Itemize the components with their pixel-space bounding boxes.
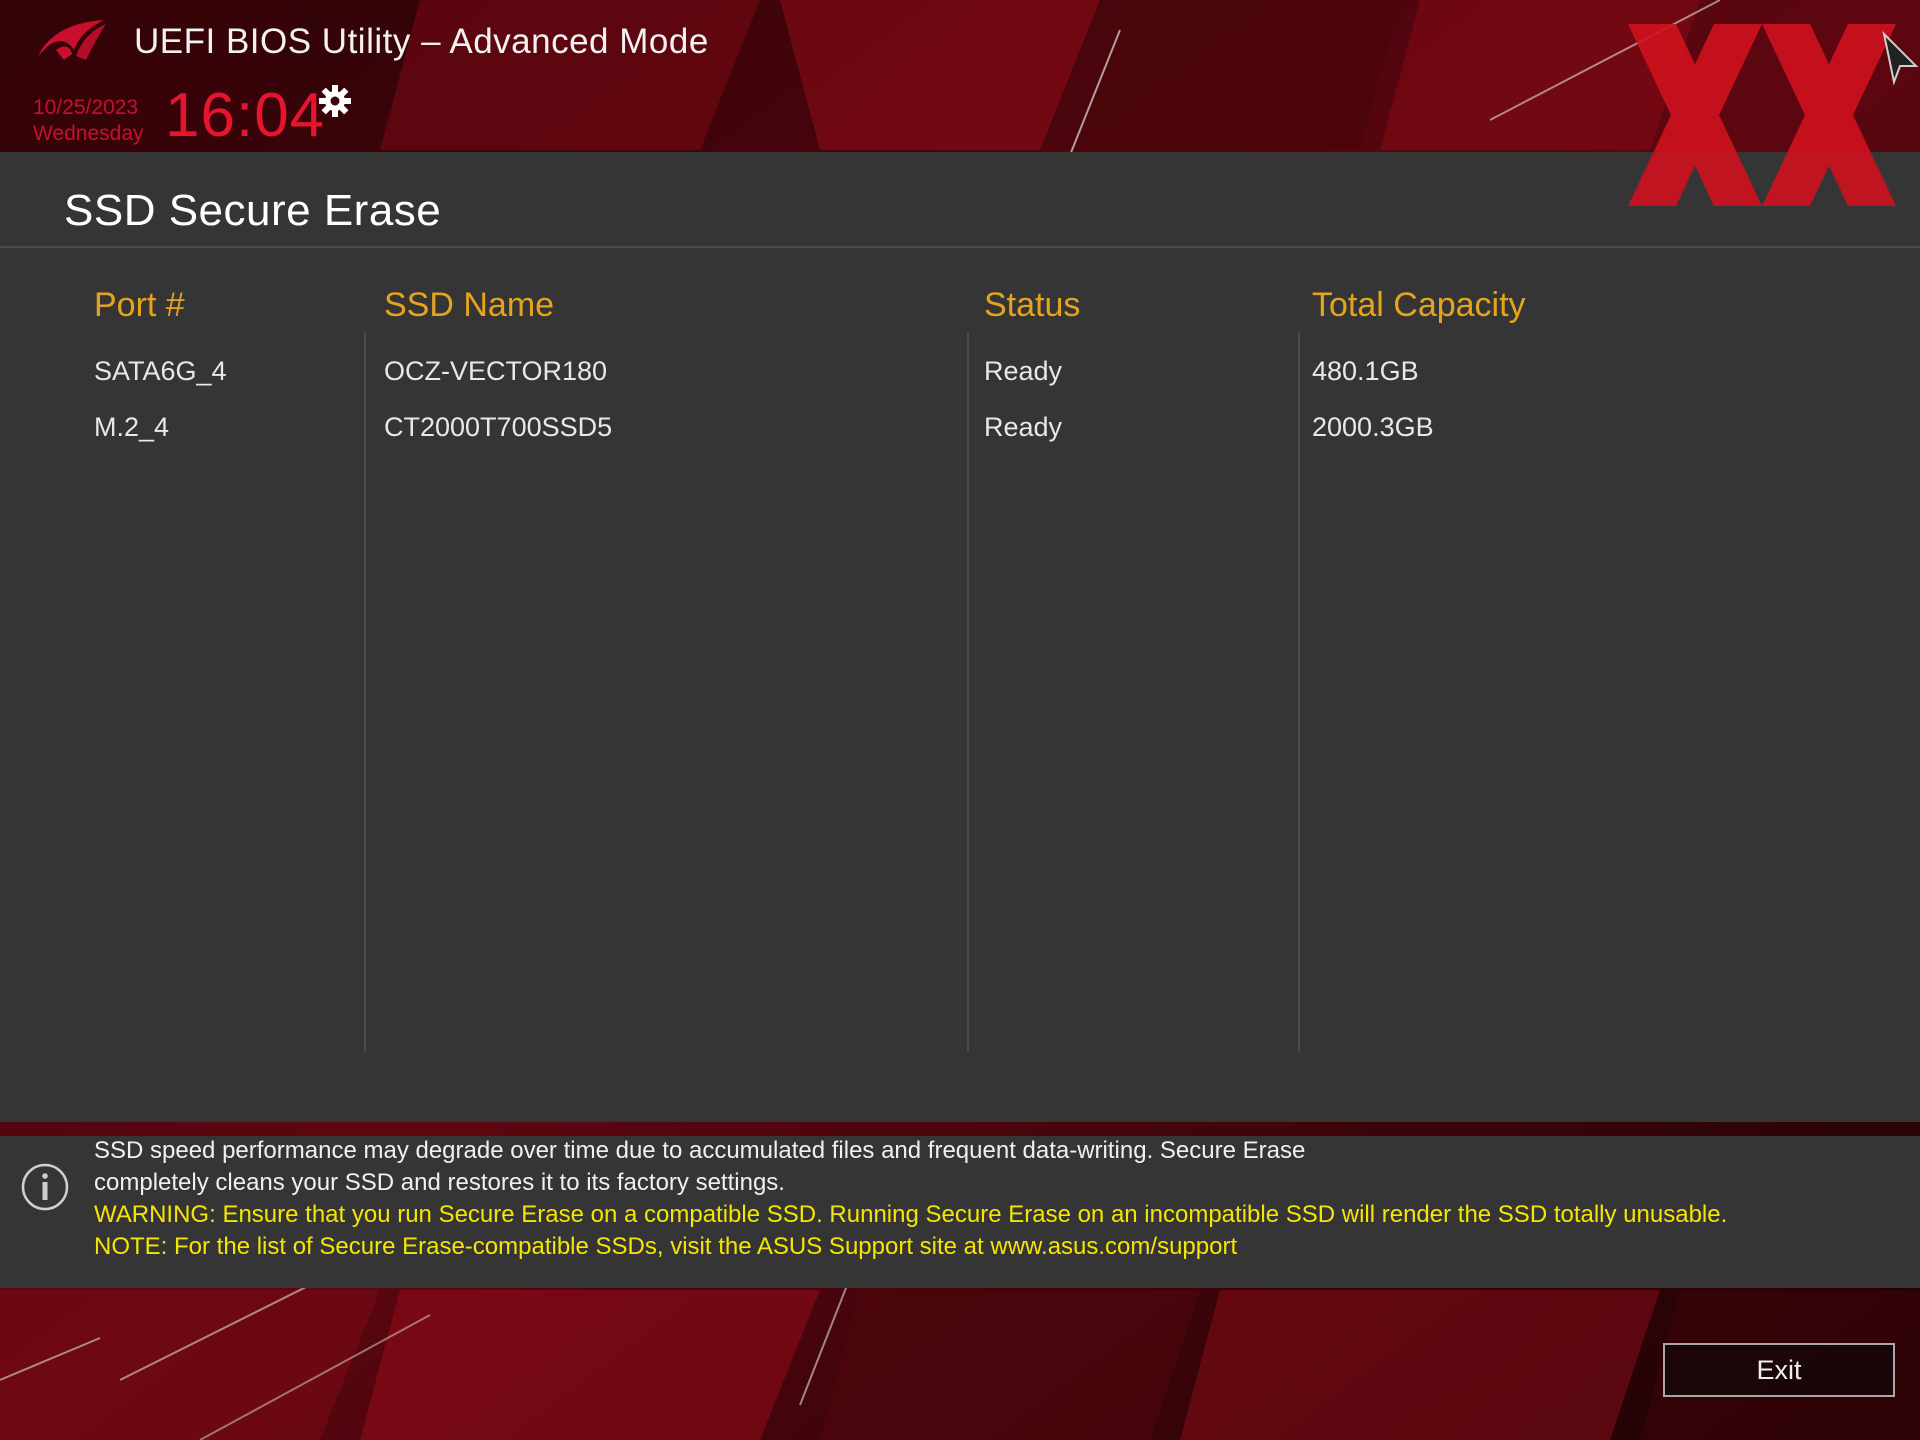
column-header-total-capacity: Total Capacity <box>1312 286 1526 324</box>
capacity-cell: 2000.3GB <box>1312 412 1434 442</box>
column-header-status: Status <box>984 286 1081 324</box>
gear-icon[interactable] <box>318 84 352 118</box>
mouse-cursor-icon <box>1882 30 1919 86</box>
column-header-ssd-name: SSD Name <box>384 286 555 324</box>
weekday-display: Wednesday <box>33 122 144 145</box>
port-cell: M.2_4 <box>94 412 170 442</box>
capacity-cell: 480.1GB <box>1312 356 1419 386</box>
xx-watermark-icon <box>1628 24 1896 206</box>
rog-logo-icon <box>38 20 106 60</box>
info-icon <box>21 1163 69 1211</box>
port-cell: SATA6G_4 <box>94 356 227 386</box>
column-header-port: Port # <box>94 286 185 324</box>
note-text: NOTE: For the list of Secure Erase-compa… <box>94 1233 1238 1260</box>
status-cell: Ready <box>984 412 1063 442</box>
ssd-name-cell: CT2000T700SSD5 <box>384 412 613 442</box>
table-row[interactable]: SATA6G_4 OCZ-VECTOR180 Ready 480.1GB <box>0 348 1920 402</box>
info-description-line-1: SSD speed performance may degrade over t… <box>94 1137 1306 1164</box>
status-cell: Ready <box>984 356 1063 386</box>
main-panel: SSD Secure Erase Port # SSD Name Status … <box>0 152 1920 1122</box>
clock-display: 16:04 <box>165 81 326 150</box>
table-row[interactable]: M.2_4 CT2000T700SSD5 Ready 2000.3GB <box>0 404 1920 458</box>
info-description-line-2: completely cleans your SSD and restores … <box>94 1169 785 1196</box>
app-title: UEFI BIOS Utility – Advanced Mode <box>134 22 709 61</box>
exit-button[interactable]: Exit <box>1663 1343 1895 1397</box>
date-display: 10/25/2023 <box>33 96 139 119</box>
ssd-name-cell: OCZ-VECTOR180 <box>384 356 608 386</box>
info-bar: SSD speed performance may degrade over t… <box>0 1136 1920 1288</box>
ssd-table: Port # SSD Name Status Total Capacity SA… <box>0 152 1920 1052</box>
warning-text: WARNING: Ensure that you run Secure Eras… <box>94 1201 1728 1228</box>
